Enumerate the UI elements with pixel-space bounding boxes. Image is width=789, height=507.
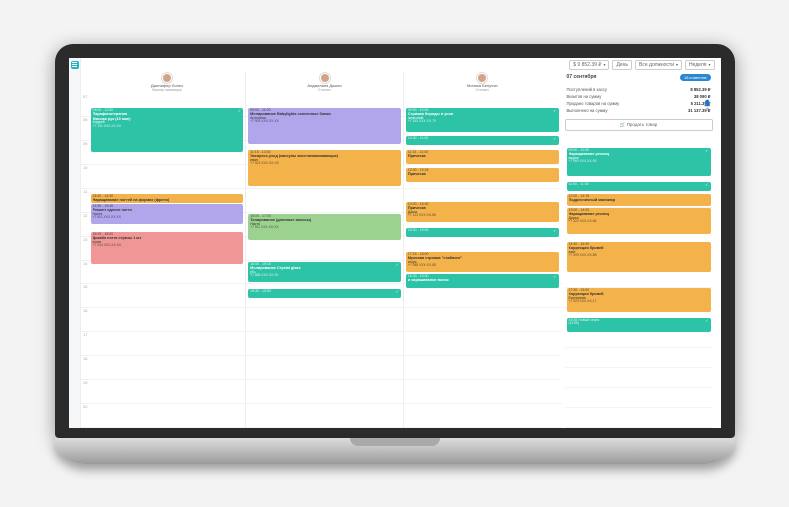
check-icon: ✓ [705,319,708,323]
check-icon: ✓ [553,229,556,233]
left-menu-strip [69,58,81,428]
check-icon: ✓ [705,183,708,187]
check-icon: ✓ [705,149,708,153]
clients-badge: 18 клиентов [680,74,711,81]
appointment-card[interactable]: 18:00 - 19:15Мелирование Crystal glassуГ… [248,262,401,282]
appointment-card[interactable]: 12:00 - 14:15Подресничный маникюр [567,194,711,206]
appointment-card[interactable]: 17:15 - 18:00Мужская стрижка "стайлинг"и… [406,252,559,272]
summary-stat-row: Визитов на сумму38 090 ₽ [565,93,713,100]
appointment-card[interactable]: 09:00 - 12:00ПарафинотерапияМассаж рук (… [91,108,244,152]
appointment-card[interactable]: 15:00 - 17:00Тонирование (длинные волосы… [248,214,401,240]
staff-role: Стилист [475,88,488,92]
laptop-frame: $ 9 852.39 ₽ День Все должности Неделя Д… [55,44,735,464]
appointment-card[interactable]: 18:30 - 19:30и окрашивание волос✓ [406,274,559,288]
appointment-card[interactable]: 19:35 Новый сеанс(14:55)✓ [567,318,711,332]
avatar [477,73,487,83]
right-calendar-column[interactable]: 09:00 - 10:30Наращивание ресницмария+7 9… [565,148,713,428]
app-screen: $ 9 852.39 ₽ День Все должности Неделя Д… [69,58,721,428]
appointment-card[interactable]: 09:00 - 10:30Наращивание ресницмария+7 9… [567,148,711,176]
summary-stat-row: Выполнено на сумму31 137.39 ₽ [565,107,713,114]
appointment-card[interactable]: 11:00 - 11:30✓ [567,182,711,191]
check-icon: ✓ [553,109,556,113]
top-toolbar: $ 9 852.39 ₽ День Все должности Неделя [69,58,721,72]
appointment-card[interactable]: 12:30 - 13:15Прическа [406,168,559,182]
appointment-card[interactable]: 17:30 - 19:00Коррекция бровейЕкатерина+7… [567,288,711,312]
summary-date: 07 сентября [567,74,597,80]
summary-panel: 07 сентября 18 клиентов Поступлений в ка… [565,72,713,131]
calendar-column[interactable]: 09:00 - 12:00ПарафинотерапияМассаж рук (… [89,94,247,428]
cart-icon: 🛒 [620,122,627,127]
appointment-card[interactable]: 11:15 - 12:00Прическа [406,150,559,164]
screen-bezel: $ 9 852.39 ₽ День Все должности Неделя Д… [55,44,735,438]
summary-stat-row: Продано товаров на сумму5 211.39 ₽ [565,100,713,107]
check-icon: ✓ [395,263,398,267]
view-day-button[interactable]: День [612,60,632,70]
staff-column-header[interactable]: Джинифер Лопез Мастер маникюра [89,72,247,94]
check-icon: ✓ [238,109,241,113]
staff-header-row: Джинифер Лопез Мастер маникюра Анджелина… [89,72,561,94]
position-dropdown[interactable]: Все должности [635,60,682,70]
appointment-card[interactable]: 19:30 - 19:50✓ [248,289,401,298]
appointment-card[interactable]: 14:30 - 15:45Ремонт одного ногтяНастя+7 … [91,204,244,224]
avatar [162,73,172,83]
appointment-card[interactable]: 14:00 - 15:30ПрическаДаша+7 123 XXX-XX-8… [406,202,559,222]
check-icon: ✓ [395,290,398,294]
appointment-card[interactable]: 09:00 - 10:00Стрижка бороды и усовАнатол… [406,108,559,132]
appointment-card[interactable]: 14:00 - 14:30Наращивание ногтей на форма… [91,194,244,203]
sell-product-button[interactable]: 🛒 Продать товар [565,119,713,131]
appointment-card[interactable]: 14:30 - 16:30Коррекция бровейазат+7 099 … [567,242,711,272]
calendar-body: 09:00 - 12:00ПарафинотерапияМассаж рук (… [89,94,561,428]
add-staff-button[interactable]: 👤+ [703,100,713,110]
staff-column-header[interactable]: Моника Белуччи Стилист [404,72,561,94]
appointment-card[interactable]: 13:00 - 14:00Наращивание ресницДарья+7 1… [567,208,711,234]
appointment-card[interactable]: 09:00 - 11:00Мелирование Babylights солн… [248,108,401,144]
calendar-column[interactable]: 09:00 - 11:00Мелирование Babylights солн… [246,94,404,428]
appointment-card[interactable]: 10:30 - 11:00✓ [406,136,559,145]
calendar-column[interactable]: 09:00 - 10:00Стрижка бороды и усовАнатол… [404,94,561,428]
summary-stat-row: Поступлений в кассу8 852.39 ₽ [565,86,713,93]
time-ruler: 0708091011121314151617181920 [81,94,89,428]
check-icon: ✓ [553,137,556,141]
trackpad-notch [350,438,440,446]
staff-column-header[interactable]: Анджелина Джоли Стилист [246,72,404,94]
balance-dropdown[interactable]: $ 9 852.39 ₽ [569,60,609,70]
appointment-card[interactable]: 15:30 - 16:00✓ [406,228,559,237]
staff-role: Мастер маникюра [152,88,181,92]
avatar [320,73,330,83]
period-dropdown[interactable]: Неделя [685,60,714,70]
appointment-card[interactable]: 16:15 - 18:00Дизайн ногтя стразы 1 штюли… [91,232,244,264]
staff-role: Стилист [318,88,331,92]
check-icon: ✓ [553,275,556,279]
laptop-base [55,438,735,464]
appointment-card[interactable]: 11:15 - 13:30Экспресс-уход (капсулы восс… [248,150,401,186]
